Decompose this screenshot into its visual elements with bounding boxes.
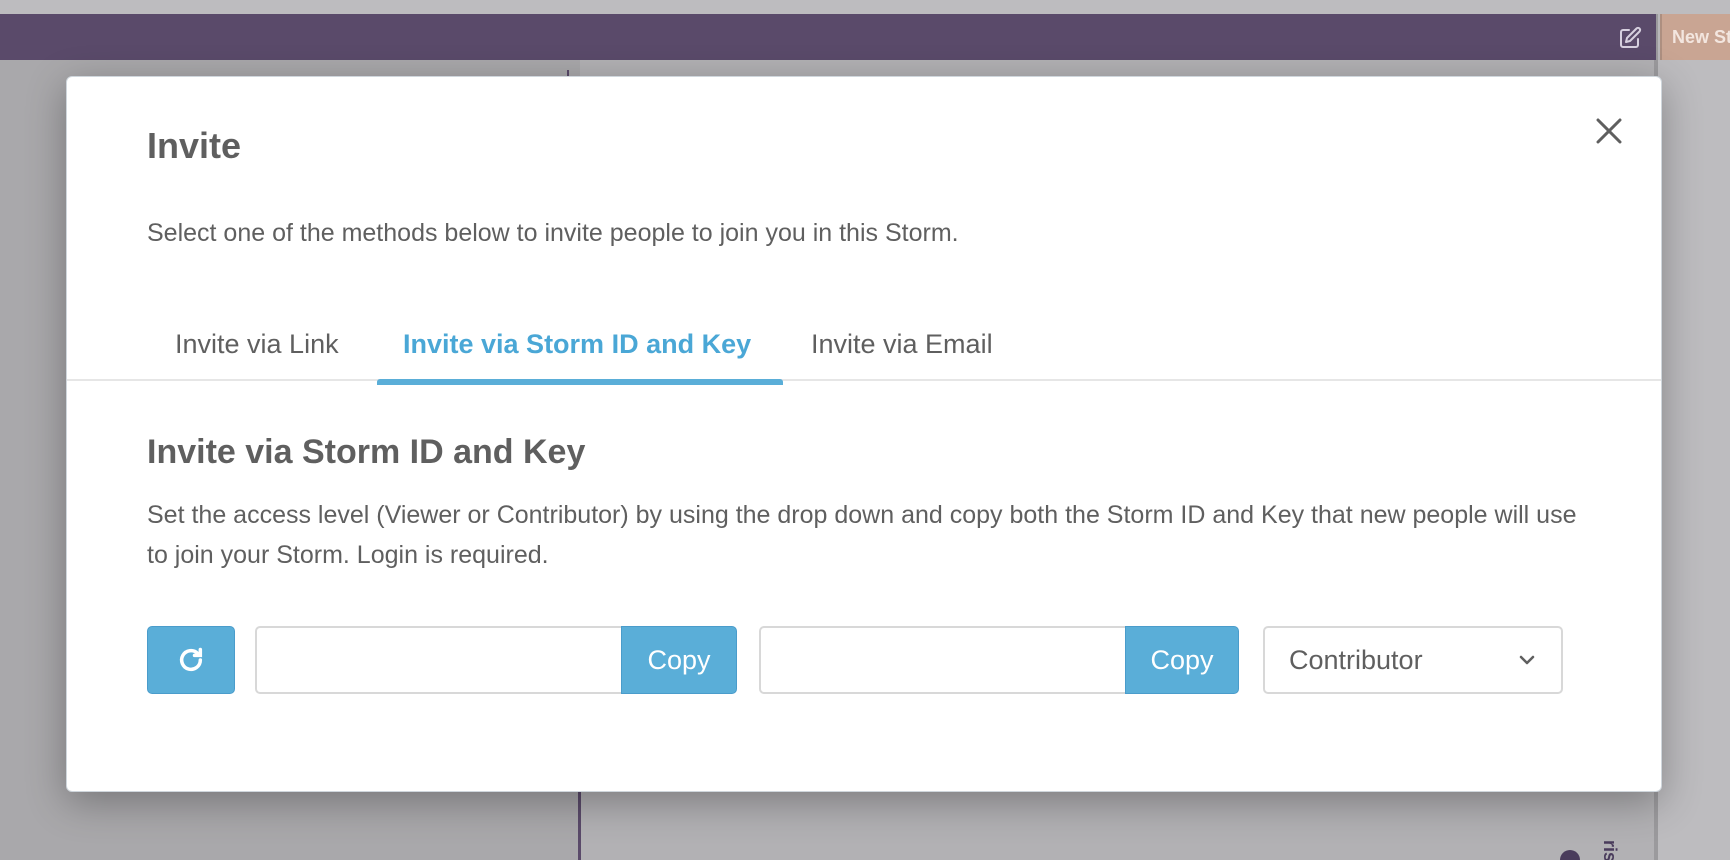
modal-title: Invite <box>147 125 242 166</box>
background-divider <box>578 790 581 860</box>
refresh-icon <box>179 647 203 672</box>
section-title: Invite via Storm ID and Key <box>147 433 586 471</box>
access-level-value: Contributor <box>1289 644 1423 675</box>
active-tab-indicator <box>377 379 783 385</box>
top-strip <box>0 0 1730 14</box>
tab-invite-via-email[interactable]: Invite via Email <box>811 329 993 381</box>
header-bar <box>0 14 1656 60</box>
tab-invite-via-link[interactable]: Invite via Link <box>175 329 339 381</box>
edit-icon[interactable] <box>1618 26 1642 50</box>
new-storm-button[interactable]: New Storm <box>1660 14 1730 60</box>
modal-subtitle: Select one of the methods below to invit… <box>147 219 959 247</box>
storm-key-group: Copy <box>759 626 1239 694</box>
background-right-column <box>1658 60 1730 860</box>
app-window: ris New Storm Invite Select one of the m… <box>0 0 1730 860</box>
background-vertical-label: ris <box>1600 840 1620 860</box>
copy-storm-key-button[interactable]: Copy <box>1125 626 1239 694</box>
access-level-select[interactable]: Contributor <box>1263 626 1563 694</box>
tabs-divider <box>67 379 1661 381</box>
storm-key-input[interactable] <box>759 626 1125 694</box>
tab-invite-via-storm-id-and-key[interactable]: Invite via Storm ID and Key <box>403 329 751 381</box>
copy-storm-id-button[interactable]: Copy <box>621 626 737 694</box>
section-description: Set the access level (Viewer or Contribu… <box>147 501 1577 569</box>
refresh-button[interactable] <box>147 626 235 694</box>
storm-id-input[interactable] <box>255 626 621 694</box>
chevron-down-icon <box>1519 655 1535 665</box>
storm-id-group: Copy <box>255 626 737 694</box>
close-icon[interactable] <box>1589 111 1629 151</box>
invite-modal: Invite Select one of the methods below t… <box>66 76 1662 792</box>
